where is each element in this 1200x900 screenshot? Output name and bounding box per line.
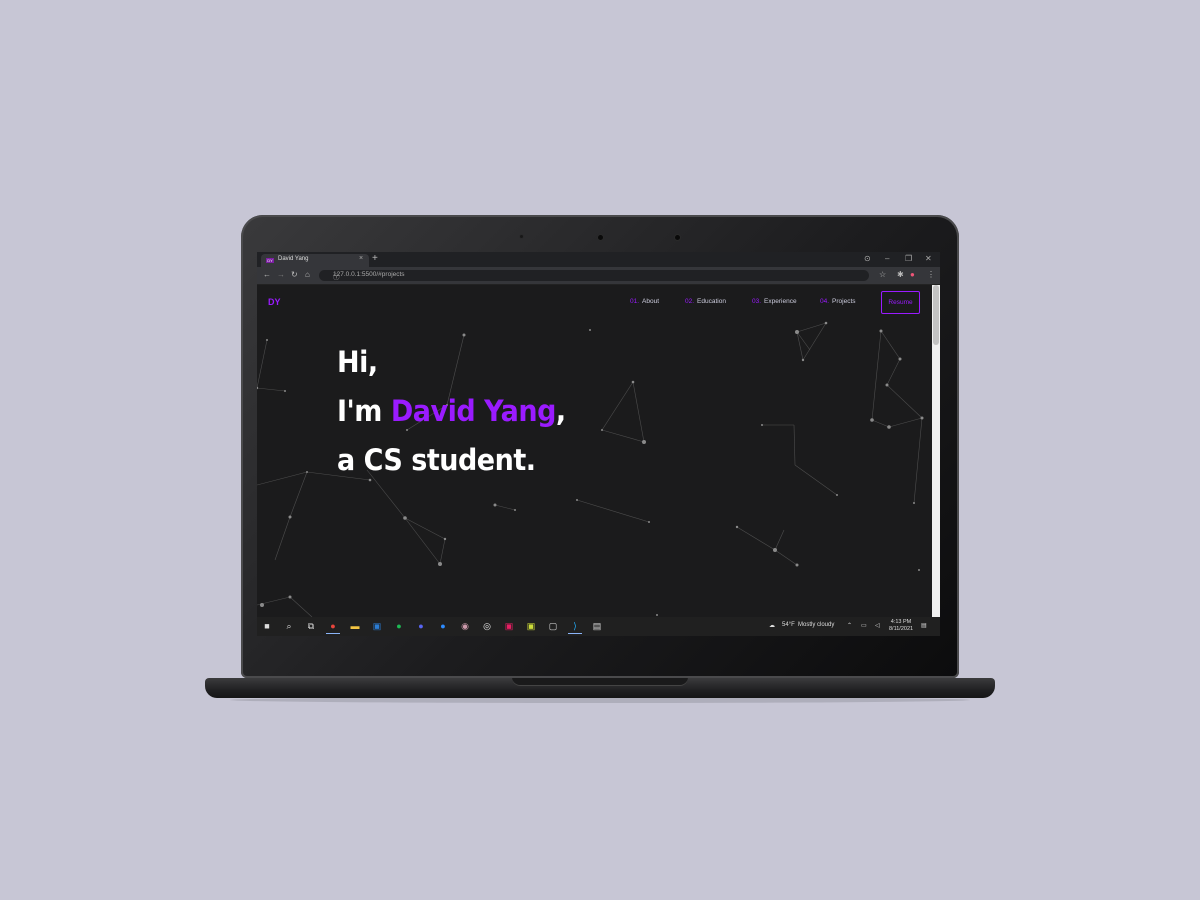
webpage: DY 01. About 02. Education 03. Experience 0… <box>257 285 932 617</box>
network-icon[interactable]: ▭ <box>861 622 867 629</box>
app-icon[interactable]: ▣ <box>524 619 538 633</box>
notification-icon[interactable]: ▤ <box>921 622 927 629</box>
app-icon[interactable]: ▢ <box>546 619 560 633</box>
webcam <box>598 235 603 240</box>
nav-number: 01. <box>630 298 640 305</box>
favicon: DY <box>266 258 274 263</box>
nav-link-experience[interactable]: 03. Experience <box>752 298 797 305</box>
discord-icon[interactable]: ● <box>414 619 428 633</box>
camera-sensor <box>675 235 680 240</box>
volume-icon[interactable]: ◁ <box>875 622 880 629</box>
back-icon[interactable]: ← <box>263 270 271 279</box>
app-icon[interactable]: ◎ <box>480 619 494 633</box>
nav-link-about[interactable]: 01. About <box>630 298 659 305</box>
hero-suffix: , <box>555 395 566 429</box>
home-icon[interactable]: ⌂ <box>305 270 310 279</box>
nav-number: 03. <box>752 298 762 305</box>
nav-link-projects[interactable]: 04. Projects <box>820 298 856 305</box>
app-icon[interactable]: ▤ <box>590 619 604 633</box>
nav-label: Projects <box>832 298 856 305</box>
spotify-icon[interactable]: ● <box>392 619 406 633</box>
taskbar-clock[interactable]: 4:13 PM 8/11/2021 <box>889 619 913 633</box>
profile-icon[interactable]: ⊙ <box>864 254 871 263</box>
minimize-button[interactable]: – <box>885 254 889 263</box>
weather-temp[interactable]: 54°F <box>782 622 795 628</box>
extensions-icon[interactable]: ✱ <box>897 270 904 279</box>
site-logo[interactable]: DY <box>268 297 281 307</box>
menu-icon[interactable]: ⋮ <box>927 270 935 279</box>
light-sensor <box>520 235 523 238</box>
laptop-screen: DY David Yang × + ⊙ – ❐ ✕ ← → ↻ ⌂ ⓘ 127.… <box>257 252 940 636</box>
tab-title: David Yang <box>278 256 309 262</box>
vscode-icon[interactable]: ⟩ <box>568 619 582 634</box>
task-view-icon[interactable]: ⧉ <box>304 619 318 633</box>
jetbrains-icon[interactable]: ▣ <box>502 619 516 633</box>
start-icon[interactable]: ■ <box>260 619 274 633</box>
hero-line-2: I'm David Yang, <box>337 395 566 428</box>
clock-time: 4:13 PM <box>890 619 912 625</box>
browser-toolbar: ← → ↻ ⌂ ⓘ 127.0.0.1:5500/#projects ☆ ✱ ●… <box>257 267 940 285</box>
laptop-hinge-notch <box>512 678 688 686</box>
chrome-icon[interactable]: ● <box>326 619 340 634</box>
forward-icon[interactable]: → <box>277 270 285 279</box>
bookmark-star-icon[interactable]: ☆ <box>879 270 886 279</box>
nav-label: Experience <box>764 298 797 305</box>
hero-line-1: Hi, <box>337 346 378 380</box>
avatar[interactable]: ● <box>910 270 915 279</box>
app-icon[interactable]: ◉ <box>458 619 472 633</box>
reload-icon[interactable]: ↻ <box>291 270 298 279</box>
scrollbar-thumb[interactable] <box>933 285 939 345</box>
close-button[interactable]: ✕ <box>925 254 932 263</box>
zoom-icon[interactable]: ● <box>436 619 450 633</box>
address-bar[interactable]: ⓘ 127.0.0.1:5500/#projects <box>319 270 869 281</box>
hero-prefix: I'm <box>337 395 391 429</box>
tab-close-icon[interactable]: × <box>359 255 363 262</box>
weather-text[interactable]: Mostly cloudy <box>798 622 834 628</box>
clock-date: 8/11/2021 <box>889 626 914 632</box>
browser-tab[interactable]: DY David Yang × <box>261 254 369 267</box>
chevron-up-icon[interactable]: ⌃ <box>847 622 852 629</box>
file-explorer-icon[interactable]: ▬ <box>348 619 362 633</box>
search-icon[interactable]: ⌕ <box>282 619 296 633</box>
nav-number: 02. <box>685 298 695 305</box>
maximize-button[interactable]: ❐ <box>905 254 912 263</box>
nav-link-education[interactable]: 02. Education <box>685 298 726 305</box>
browser-tab-bar: DY David Yang × + ⊙ – ❐ ✕ <box>257 252 940 267</box>
word-icon[interactable]: ▣ <box>370 619 384 633</box>
new-tab-button[interactable]: + <box>372 253 378 265</box>
nav-label: Education <box>697 298 726 305</box>
page-scrollbar[interactable] <box>932 285 940 617</box>
weather-icon[interactable]: ☁ <box>769 622 775 629</box>
nav-label: About <box>642 298 660 305</box>
windows-taskbar: ■ ⌕ ⧉ ● ▬ ▣ ● ● ● ◉ ◎ ▣ ▣ ▢ ⟩ ▤ ☁ 54°F M… <box>257 617 940 636</box>
hero-line-3: a CS student. <box>337 444 536 478</box>
nav-number: 04. <box>820 298 830 305</box>
resume-button[interactable]: Resume <box>881 291 920 314</box>
hero-name: David Yang <box>390 395 557 429</box>
url-text: 127.0.0.1:5500/#projects <box>333 271 405 278</box>
